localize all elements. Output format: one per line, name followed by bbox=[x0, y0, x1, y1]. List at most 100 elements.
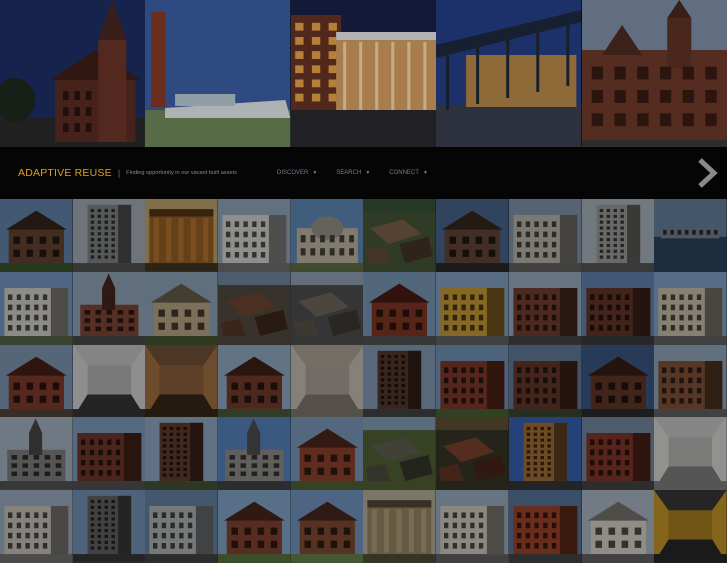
building-thumbnail[interactable] bbox=[363, 199, 437, 272]
building-thumbnail[interactable] bbox=[0, 344, 73, 418]
building-photo bbox=[508, 199, 582, 272]
building-photo bbox=[290, 199, 364, 272]
building-thumbnail[interactable] bbox=[581, 199, 655, 272]
hero-photo-gothic-brick-church[interactable] bbox=[581, 0, 727, 147]
building-photo bbox=[363, 417, 437, 491]
building-thumbnail[interactable] bbox=[290, 199, 364, 272]
building-thumbnail[interactable] bbox=[654, 417, 727, 491]
building-thumbnail[interactable] bbox=[654, 490, 727, 563]
hero-photo-church-spire[interactable] bbox=[0, 0, 146, 147]
building-photo bbox=[0, 417, 73, 491]
building-thumbnail[interactable] bbox=[508, 271, 582, 345]
building-photo bbox=[654, 344, 727, 418]
building-thumbnail[interactable] bbox=[145, 344, 219, 418]
building-thumbnail[interactable] bbox=[581, 271, 655, 345]
caret-down-icon: ▼ bbox=[312, 170, 318, 176]
building-thumbnail[interactable] bbox=[72, 271, 146, 345]
building-thumbnail[interactable] bbox=[508, 490, 582, 563]
building-thumbnail[interactable] bbox=[72, 199, 146, 272]
title-separator: | bbox=[117, 168, 121, 178]
building-thumbnail[interactable] bbox=[436, 344, 509, 418]
menu-search[interactable]: SEARCH ▼ bbox=[336, 170, 370, 176]
menu-discover-label: DISCOVER bbox=[277, 170, 309, 176]
building-photo bbox=[508, 271, 582, 345]
building-thumbnail[interactable] bbox=[72, 344, 146, 418]
building-photo bbox=[363, 271, 437, 345]
building-thumbnail[interactable] bbox=[290, 417, 364, 491]
building-photo bbox=[436, 417, 509, 491]
hero-photo-brick-chimney-tower[interactable] bbox=[145, 0, 291, 147]
hero-building-photo bbox=[0, 0, 146, 147]
building-photo bbox=[508, 417, 582, 491]
building-thumbnail[interactable] bbox=[290, 344, 364, 418]
building-thumbnail[interactable] bbox=[218, 417, 291, 491]
building-thumbnail[interactable] bbox=[363, 344, 437, 418]
building-photo bbox=[508, 490, 582, 563]
building-thumbnail[interactable] bbox=[145, 199, 219, 272]
building-photo bbox=[0, 199, 73, 272]
building-thumbnail[interactable] bbox=[363, 417, 437, 491]
building-thumbnail[interactable] bbox=[290, 490, 364, 563]
building-photo bbox=[145, 490, 219, 563]
building-photo bbox=[218, 271, 291, 345]
building-thumbnail[interactable] bbox=[581, 417, 655, 491]
main-menu: DISCOVER ▼ SEARCH ▼ CONNECT ▼ bbox=[277, 147, 447, 199]
building-thumbnail[interactable] bbox=[654, 271, 727, 345]
building-photo bbox=[290, 417, 364, 491]
building-thumbnail[interactable] bbox=[218, 271, 291, 345]
hero-banner[interactable] bbox=[0, 0, 727, 147]
building-thumbnail[interactable] bbox=[145, 417, 219, 491]
building-thumbnail[interactable] bbox=[508, 344, 582, 418]
building-thumbnail[interactable] bbox=[0, 417, 73, 491]
building-thumbnail[interactable] bbox=[363, 490, 437, 563]
building-photo bbox=[654, 490, 727, 563]
building-thumbnail[interactable] bbox=[436, 490, 509, 563]
building-photo bbox=[581, 490, 655, 563]
building-thumbnail[interactable] bbox=[72, 417, 146, 491]
building-thumbnail[interactable] bbox=[654, 199, 727, 272]
building-thumbnail[interactable] bbox=[581, 490, 655, 563]
building-thumbnail[interactable] bbox=[0, 271, 73, 345]
building-photo bbox=[72, 271, 146, 345]
building-photo bbox=[290, 344, 364, 418]
building-photo bbox=[218, 199, 291, 272]
building-thumbnail[interactable] bbox=[290, 271, 364, 345]
hero-building-photo bbox=[436, 0, 582, 147]
building-photo bbox=[436, 490, 509, 563]
building-photo bbox=[363, 344, 437, 418]
hero-photo-lit-glass-atrium[interactable] bbox=[290, 0, 437, 147]
building-photo bbox=[581, 199, 655, 272]
building-thumbnail[interactable] bbox=[508, 199, 582, 272]
next-slide-button[interactable] bbox=[695, 157, 721, 189]
hero-building-photo bbox=[145, 0, 291, 147]
building-photo bbox=[218, 344, 291, 418]
building-photo bbox=[290, 271, 364, 345]
building-thumbnail[interactable] bbox=[145, 490, 219, 563]
building-thumbnail[interactable] bbox=[436, 271, 509, 345]
menu-discover[interactable]: DISCOVER ▼ bbox=[277, 170, 317, 176]
building-photo bbox=[218, 490, 291, 563]
building-thumbnail[interactable] bbox=[72, 490, 146, 563]
building-thumbnail[interactable] bbox=[218, 490, 291, 563]
site-title[interactable]: ADAPTIVE REUSE bbox=[18, 167, 112, 179]
building-thumbnail[interactable] bbox=[581, 344, 655, 418]
caret-down-icon: ▼ bbox=[365, 170, 371, 176]
building-photo bbox=[72, 490, 146, 563]
building-photo bbox=[363, 490, 437, 563]
building-thumbnail[interactable] bbox=[0, 199, 73, 272]
building-thumbnail[interactable] bbox=[436, 417, 509, 491]
building-thumbnail[interactable] bbox=[363, 271, 437, 345]
building-photo bbox=[654, 417, 727, 491]
building-thumbnail[interactable] bbox=[508, 417, 582, 491]
hero-photo-steel-canopy-plaza[interactable] bbox=[436, 0, 582, 147]
building-thumbnail[interactable] bbox=[436, 199, 509, 272]
menu-connect[interactable]: CONNECT ▼ bbox=[389, 170, 428, 176]
building-thumbnail[interactable] bbox=[0, 490, 73, 563]
building-thumbnail[interactable] bbox=[218, 344, 291, 418]
building-photo bbox=[0, 344, 73, 418]
building-thumbnail[interactable] bbox=[145, 271, 219, 345]
building-photo bbox=[218, 417, 291, 491]
building-thumbnail[interactable] bbox=[218, 199, 291, 272]
building-thumbnail[interactable] bbox=[654, 344, 727, 418]
site-tagline: Finding opportunity in our vacant built … bbox=[126, 170, 237, 176]
